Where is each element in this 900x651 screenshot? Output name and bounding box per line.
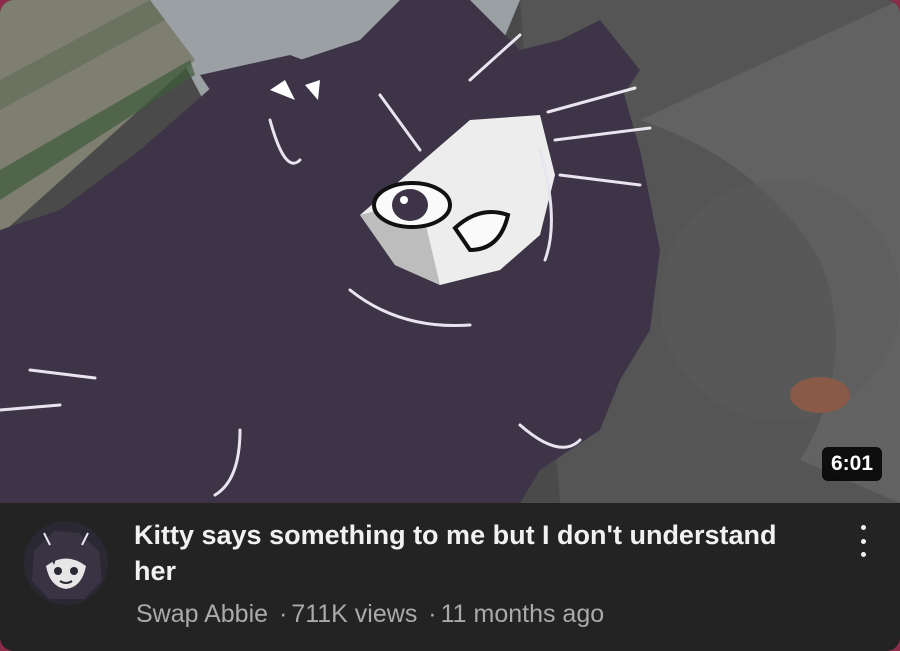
video-duration: 6:01 (821, 447, 882, 481)
video-title[interactable]: Kitty says something to me but I don't u… (134, 517, 824, 589)
separator-dot: · (279, 600, 288, 628)
kebab-dot (860, 525, 866, 530)
video-info: Kitty says something to me but I don't u… (0, 503, 900, 651)
channel-avatar[interactable] (24, 521, 108, 605)
separator-dot: · (428, 600, 437, 628)
thumbnail-artwork (0, 0, 900, 503)
kebab-dot (860, 552, 866, 557)
video-metadata: Swap Abbie · 711K views · 11 months ago (136, 599, 604, 629)
more-vert-icon[interactable] (852, 521, 874, 561)
video-card[interactable]: 6:01 Kitty says something to me but I do… (0, 0, 900, 651)
upload-age: 11 months ago (440, 600, 605, 628)
view-count: 711K views (291, 600, 418, 628)
kebab-dot (860, 538, 866, 544)
video-thumbnail[interactable]: 6:01 (0, 0, 900, 503)
avatar-artwork (24, 521, 108, 605)
channel-name[interactable]: Swap Abbie (136, 600, 268, 628)
